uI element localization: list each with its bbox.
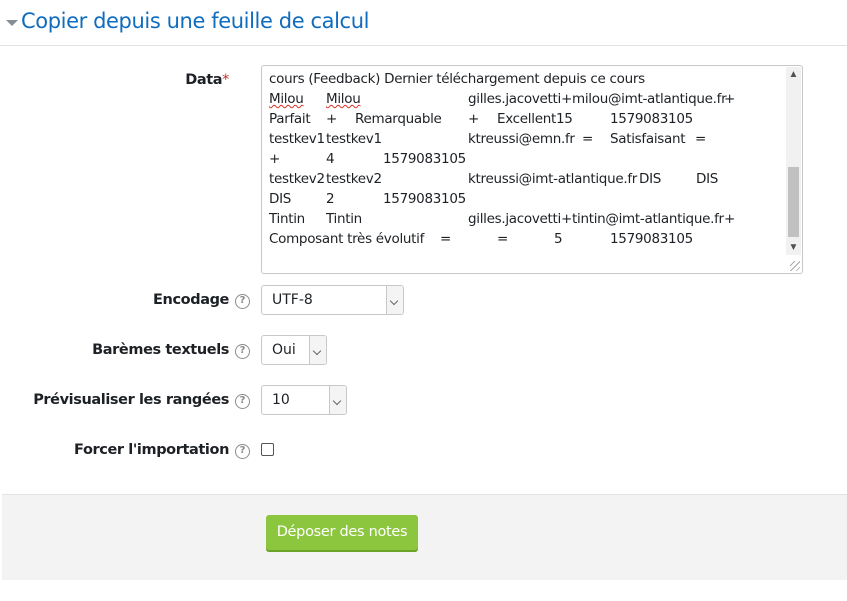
preview-rows-select[interactable]: 10 [261, 385, 347, 415]
scrollbar-thumb[interactable] [788, 167, 799, 237]
question-circle-icon[interactable]: ? [235, 344, 250, 359]
data-cell: 2 [326, 191, 335, 207]
question-circle-icon[interactable]: ? [235, 294, 250, 309]
data-cell: = [695, 131, 707, 147]
data-cell: testkev1 [269, 131, 325, 147]
data-cell: + [724, 211, 736, 227]
chevron-down-icon[interactable] [386, 286, 403, 314]
data-cell: Tintin [269, 211, 305, 227]
submit-grades-button[interactable]: Déposer des notes [266, 515, 418, 550]
required-icon: * [222, 72, 229, 88]
data-cell: testkev1 [326, 131, 382, 147]
data-cell: DIS [696, 171, 719, 187]
question-circle-icon[interactable]: ? [235, 394, 250, 409]
chevron-down-icon[interactable]: ▼ [786, 240, 801, 255]
data-cell: Remarquable [355, 111, 442, 127]
preview-rows-value: 10 [272, 392, 290, 408]
data-cell: + [326, 111, 338, 127]
textarea-scrollbar[interactable]: ▲ ▼ [786, 67, 801, 255]
data-cell: 1579083105 [610, 231, 693, 247]
data-cell: = [440, 231, 452, 247]
encoding-value: UTF-8 [272, 292, 313, 308]
data-cell: gilles.jacovetti+tintin@imt-atlantique.f… [468, 211, 724, 227]
data-cell: Composant très évolutif [269, 231, 425, 247]
data-cell: 1579083105 [383, 191, 466, 207]
data-cell: testkev2 [326, 171, 382, 187]
text-scales-value: Oui [272, 342, 296, 358]
data-cell: = [497, 231, 509, 247]
data-label: Data* [185, 72, 229, 88]
data-cell: Milou [269, 91, 304, 107]
data-cell: testkev2 [269, 171, 325, 187]
text-scales-label: Barèmes textuels [92, 342, 229, 358]
section-title[interactable]: Copier depuis une feuille de calcul [21, 9, 369, 33]
data-cell: DIS [269, 191, 292, 207]
section-header[interactable]: Copier depuis une feuille de calcul [0, 0, 847, 46]
data-cell: + [724, 91, 736, 107]
caret-down-icon[interactable] [6, 20, 18, 26]
text-scales-select[interactable]: Oui [261, 335, 327, 365]
data-cell: 5 [554, 231, 563, 247]
data-cell: 4 [326, 151, 335, 167]
encoding-label: Encodage [153, 292, 229, 308]
data-cell: cours (Feedback) Dernier téléchargement … [269, 71, 645, 87]
data-cell: 1579083105 [383, 151, 466, 167]
data-cell: DIS [639, 171, 662, 187]
resize-grip-icon[interactable] [790, 261, 800, 271]
data-cell: = [582, 131, 594, 147]
force-import-checkbox[interactable] [261, 443, 274, 456]
data-textarea[interactable]: cours (Feedback) Dernier téléchargement … [261, 65, 803, 274]
data-cell: Satisfaisant [610, 131, 686, 147]
data-cell: Parfait [269, 111, 311, 127]
preview-rows-label: Prévisualiser les rangées [33, 392, 229, 408]
data-cell: 1579083105 [610, 111, 693, 127]
form-footer [2, 494, 847, 580]
force-import-label: Forcer l'importation [74, 442, 229, 458]
data-cell: Milou [326, 91, 361, 107]
chevron-up-icon[interactable]: ▲ [786, 67, 801, 82]
chevron-down-icon[interactable] [309, 336, 326, 364]
data-cell: ktreussi@imt-atlantique.fr [468, 171, 638, 187]
data-cell: Tintin [326, 211, 362, 227]
data-cell: Excellent15 [497, 111, 573, 127]
data-cell: gilles.jacovetti+milou@imt-atlantique.fr [468, 91, 727, 107]
encoding-select[interactable]: UTF-8 [261, 285, 404, 315]
data-cell: + [269, 151, 281, 167]
data-cell: + [468, 111, 480, 127]
data-cell: ktreussi@emn.fr [468, 131, 575, 147]
question-circle-icon[interactable]: ? [235, 444, 250, 459]
chevron-down-icon[interactable] [329, 386, 346, 414]
